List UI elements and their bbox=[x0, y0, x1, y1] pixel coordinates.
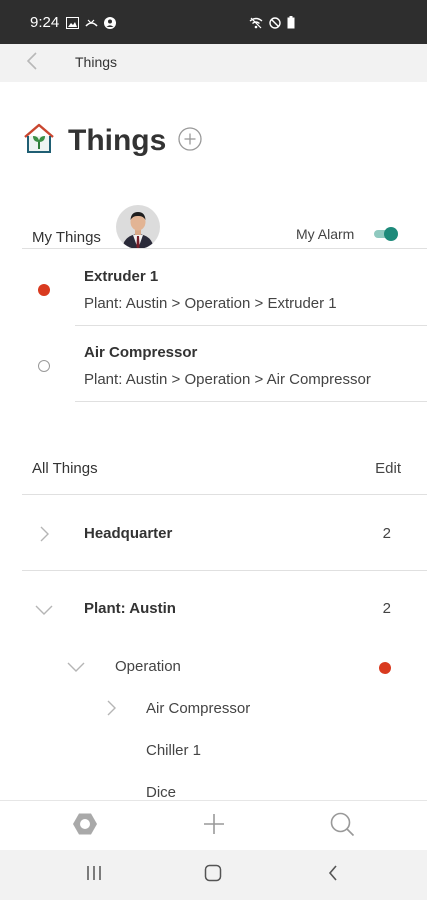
search-button[interactable] bbox=[328, 812, 356, 840]
image-icon bbox=[66, 16, 79, 34]
app-bar-title: Things bbox=[75, 54, 118, 70]
system-nav bbox=[0, 850, 427, 900]
all-things-header: All Things Edit bbox=[0, 452, 427, 492]
settings-button[interactable] bbox=[71, 812, 99, 840]
status-bar: 9:24 bbox=[0, 0, 427, 44]
all-things-label: All Things bbox=[32, 460, 98, 477]
back-button[interactable] bbox=[18, 51, 46, 76]
plus-circle-icon bbox=[178, 126, 202, 156]
recent-apps-button[interactable] bbox=[83, 865, 105, 885]
chevron-right-icon[interactable] bbox=[34, 524, 54, 544]
tree-item-label: Dice bbox=[146, 784, 177, 801]
tree-item-label: Air Compressor bbox=[146, 700, 251, 717]
do-not-disturb-icon bbox=[269, 16, 281, 34]
settings-hexagon-icon bbox=[72, 811, 98, 842]
tree-item-chiller-1[interactable]: Chiller 1 bbox=[0, 730, 427, 770]
my-thing-item-air-compressor[interactable]: Air Compressor Plant: Austin > Operation… bbox=[0, 326, 427, 402]
recent-apps-icon bbox=[85, 865, 103, 886]
back-icon bbox=[327, 864, 339, 887]
search-icon bbox=[329, 811, 355, 842]
chevron-left-icon bbox=[26, 51, 38, 76]
my-things-header: My Things My Alarm bbox=[0, 205, 427, 249]
tree-item-operation[interactable]: Operation bbox=[0, 646, 427, 686]
tree-item-label: Operation bbox=[115, 658, 181, 675]
system-back-button[interactable] bbox=[322, 864, 344, 887]
wifi-off-icon bbox=[249, 16, 263, 34]
group-label: Headquarter bbox=[84, 525, 173, 542]
bottom-nav bbox=[0, 800, 427, 850]
greenhouse-icon bbox=[22, 122, 56, 161]
add-button[interactable] bbox=[200, 812, 228, 840]
page-header: Things bbox=[22, 120, 202, 162]
divider bbox=[22, 494, 427, 495]
my-alarm-label: My Alarm bbox=[296, 226, 355, 242]
add-thing-button[interactable] bbox=[178, 126, 202, 156]
chevron-right-icon[interactable] bbox=[101, 698, 121, 718]
divider bbox=[22, 248, 427, 249]
tree-item-air-compressor[interactable]: Air Compressor bbox=[0, 688, 427, 728]
page-title: Things bbox=[68, 124, 167, 157]
edit-button[interactable]: Edit bbox=[375, 460, 401, 477]
battery-icon bbox=[287, 16, 295, 34]
divider bbox=[75, 401, 427, 402]
my-things-label: My Things bbox=[32, 229, 101, 246]
chevron-down-icon[interactable] bbox=[66, 656, 86, 676]
alarm-status-dot bbox=[379, 662, 391, 674]
my-thing-name: Extruder 1 bbox=[84, 268, 159, 285]
my-thing-path: Plant: Austin > Operation > Air Compress… bbox=[84, 371, 371, 388]
group-label: Plant: Austin bbox=[84, 600, 176, 617]
app-bar: Things bbox=[0, 44, 427, 82]
plus-icon bbox=[203, 813, 225, 840]
my-alarm-toggle[interactable] bbox=[373, 226, 399, 242]
status-time: 9:24 bbox=[30, 14, 60, 31]
home-icon bbox=[204, 864, 222, 887]
my-thing-name: Air Compressor bbox=[84, 344, 198, 361]
my-thing-item-extruder-1[interactable]: Extruder 1 Plant: Austin > Operation > E… bbox=[0, 250, 427, 326]
group-count: 2 bbox=[382, 600, 391, 617]
account-icon bbox=[104, 16, 116, 34]
alarm-status-dot bbox=[38, 284, 50, 296]
home-button[interactable] bbox=[202, 864, 224, 887]
user-avatar[interactable] bbox=[116, 205, 160, 249]
normal-status-dot bbox=[38, 360, 50, 372]
group-row-headquarter[interactable]: Headquarter 2 bbox=[0, 496, 427, 572]
tree-item-label: Chiller 1 bbox=[146, 742, 202, 759]
missed-call-icon bbox=[85, 16, 98, 34]
chevron-down-icon[interactable] bbox=[34, 599, 54, 619]
group-count: 2 bbox=[382, 525, 391, 542]
group-row-plant-austin[interactable]: Plant: Austin 2 bbox=[0, 571, 427, 647]
my-thing-path: Plant: Austin > Operation > Extruder 1 bbox=[84, 295, 337, 312]
